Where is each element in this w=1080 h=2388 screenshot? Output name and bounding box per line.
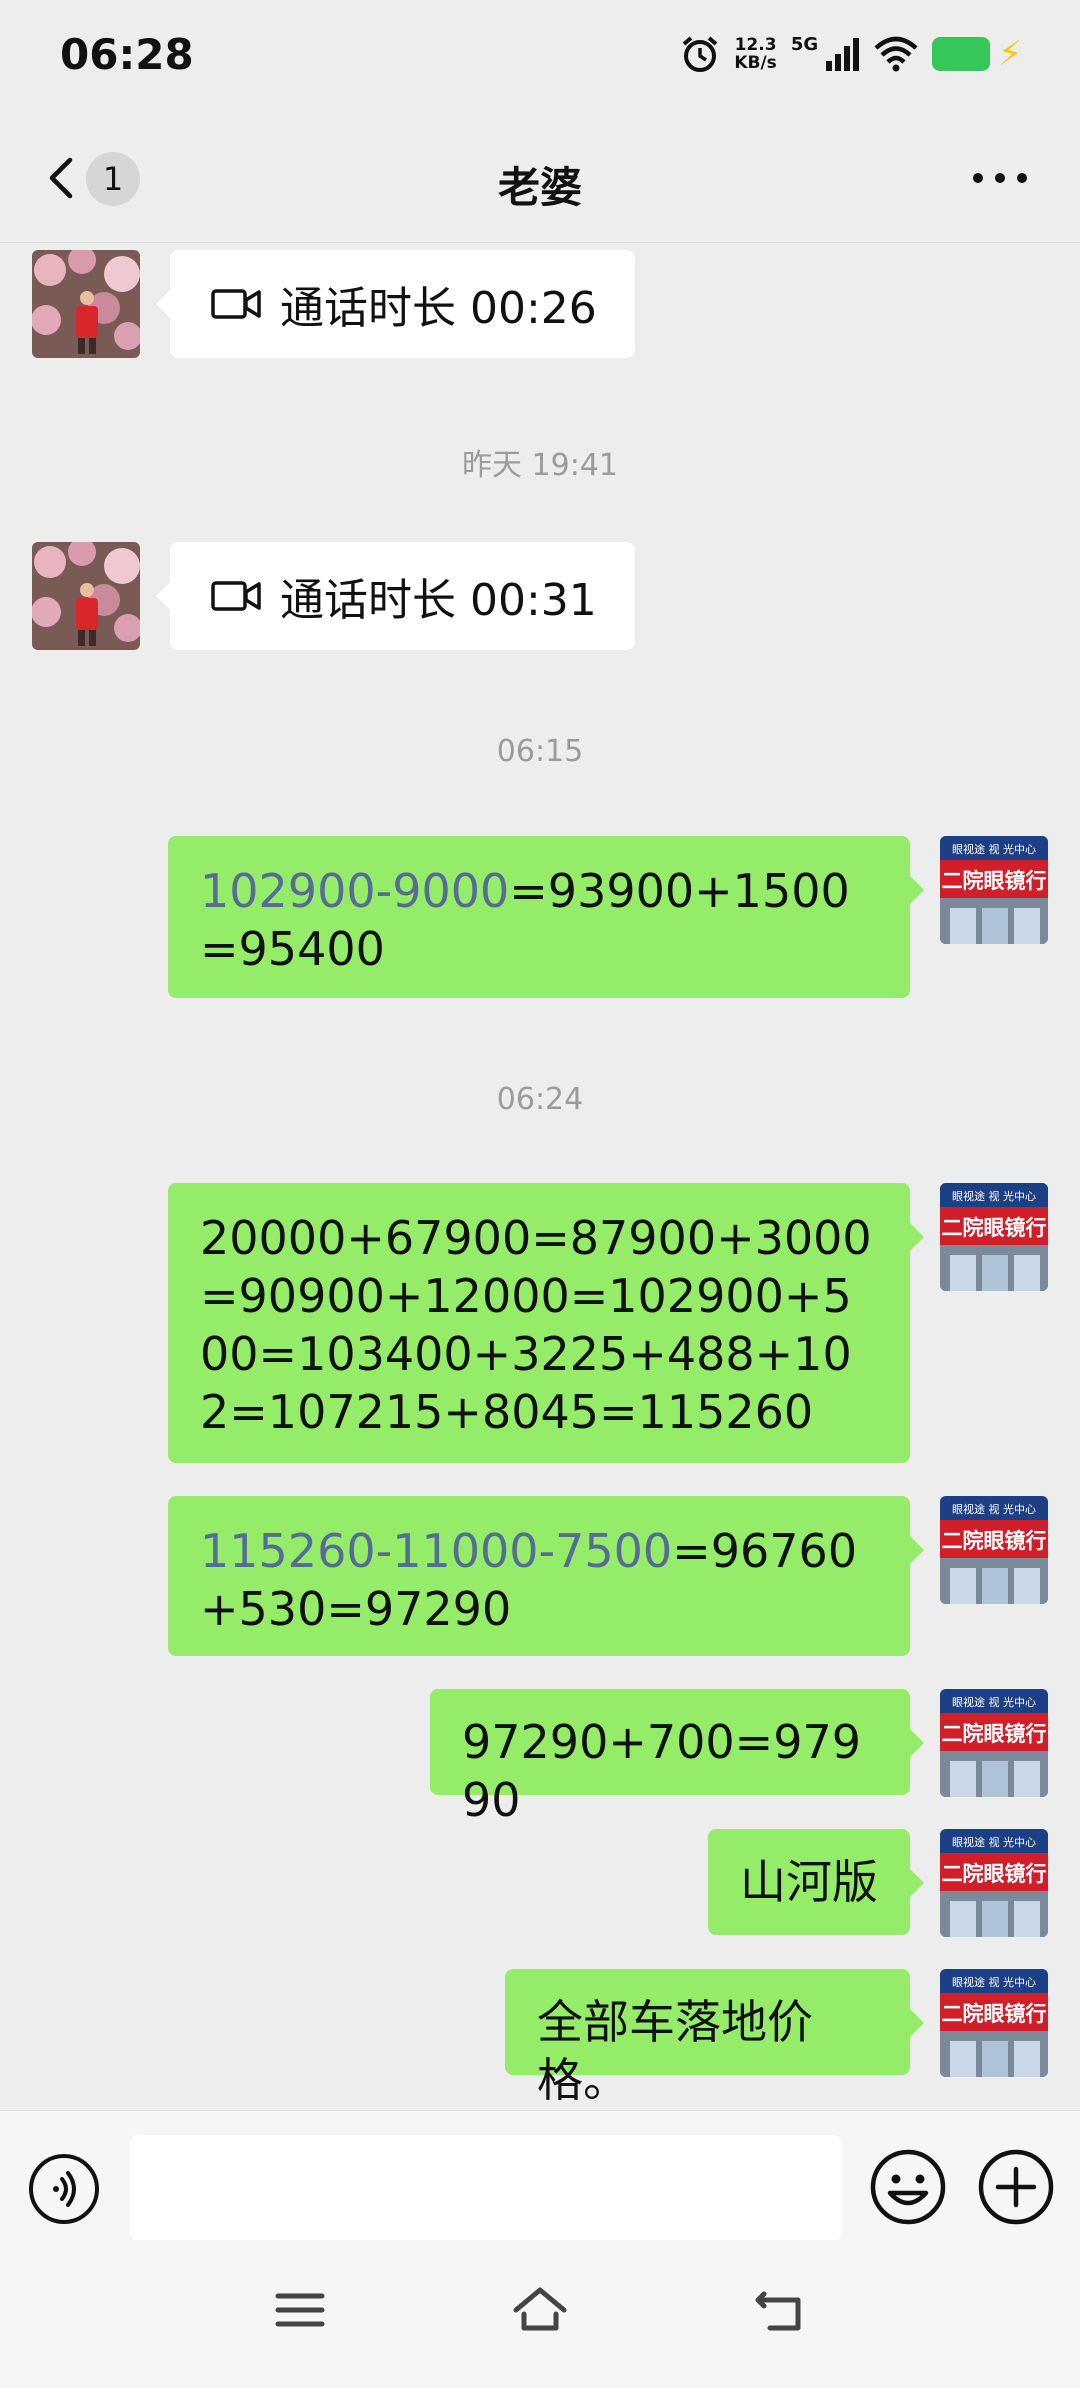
svg-text:眼视途 视 光中心: 眼视途 视 光中心 <box>952 842 1036 856</box>
svg-text:二院眼镜行: 二院眼镜行 <box>942 2002 1047 2026</box>
alarm-icon <box>683 36 718 72</box>
network-speed-unit: KB/s <box>734 53 777 73</box>
voice-input-icon[interactable] <box>28 2153 100 2225</box>
video-camera-icon <box>211 289 261 319</box>
back-nav-icon[interactable] <box>750 2280 810 2340</box>
call-record-bubble[interactable]: 通话时长 00:31 <box>156 542 635 650</box>
svg-text:二院眼镜行: 二院眼镜行 <box>942 1722 1047 1746</box>
my-avatar[interactable]: 眼视途 视 光中心 二院眼镜行 <box>940 1969 1048 2077</box>
chat-header: 1 老婆 <box>0 118 1080 243</box>
svg-text:二院眼镜行: 二院眼镜行 <box>942 1216 1047 1240</box>
svg-text:二院眼镜行: 二院眼镜行 <box>942 869 1047 893</box>
message-input-bar <box>0 2110 1080 2241</box>
my-avatar[interactable]: 眼视途 视 光中心 二院眼镜行 <box>940 1183 1048 1291</box>
status-time: 06:28 <box>60 30 194 79</box>
message-number-link[interactable]: 115260-11000-7500 <box>200 1524 672 1578</box>
chat-title: 老婆 <box>497 163 582 212</box>
outgoing-message-bubble[interactable]: 102900-9000=93900+1500=95400 <box>168 836 924 998</box>
svg-text:二院眼镜行: 二院眼镜行 <box>942 1529 1047 1553</box>
menu-nav-icon[interactable] <box>270 2280 330 2340</box>
svg-text:眼视途 视 光中心: 眼视途 视 光中心 <box>952 1975 1036 1989</box>
svg-text:眼视途 视 光中心: 眼视途 视 光中心 <box>952 1502 1036 1516</box>
message-text: 97290+700=97990 <box>462 1715 862 1827</box>
outgoing-message-bubble[interactable]: 20000+67900=87900+3000=90900+12000=10290… <box>168 1183 924 1463</box>
my-avatar[interactable]: 眼视途 视 光中心 二院眼镜行 <box>940 1689 1048 1797</box>
my-avatar[interactable]: 眼视途 视 光中心 二院眼镜行 <box>940 836 1048 944</box>
home-nav-icon[interactable] <box>510 2280 570 2340</box>
message-timestamp: 06:15 <box>496 734 584 769</box>
outgoing-message-bubble[interactable]: 115260-11000-7500=96760+530=97290 <box>168 1496 924 1656</box>
message-text: 20000+67900=87900+3000=90900+12000=10290… <box>200 1211 872 1439</box>
message-text-input[interactable] <box>130 2135 842 2241</box>
network-speed: 12.3 KB/s <box>734 36 776 72</box>
outgoing-message-bubble[interactable]: 97290+700=97990 <box>430 1689 924 1827</box>
video-camera-icon <box>211 581 261 611</box>
svg-text:眼视途 视 光中心: 眼视途 视 光中心 <box>952 1189 1036 1203</box>
network-speed-value: 12.3 <box>734 35 777 55</box>
outgoing-message-bubble[interactable]: 山河版 <box>708 1829 924 1935</box>
status-icons: 12.3 KB/s 5G ⚡ <box>680 34 1022 74</box>
status-bar: 06:28 12.3 KB/s 5G ⚡ <box>0 0 1080 118</box>
battery-icon <box>932 37 991 71</box>
network-type: 5G <box>790 33 819 55</box>
call-duration-text: 通话时长 00:31 <box>280 575 597 626</box>
contact-avatar[interactable] <box>32 542 140 650</box>
my-avatar[interactable]: 眼视途 视 光中心 二院眼镜行 <box>940 1829 1048 1937</box>
svg-text:眼视途 视 光中心: 眼视途 视 光中心 <box>952 1695 1036 1709</box>
system-navigation-bar <box>0 2240 1080 2388</box>
plus-circle-icon[interactable] <box>976 2147 1056 2227</box>
signal-icon <box>826 38 860 71</box>
wifi-icon <box>874 36 918 72</box>
charging-icon: ⚡ <box>998 34 1022 74</box>
my-avatar[interactable]: 眼视途 视 光中心 二院眼镜行 <box>940 1496 1048 1604</box>
outgoing-message-bubble[interactable]: 全部车落地价格。 <box>505 1969 924 2107</box>
emoji-icon[interactable] <box>868 2147 948 2227</box>
message-text: 山河版 <box>740 1855 878 1909</box>
message-timestamp: 昨天 19:41 <box>462 448 618 483</box>
svg-text:二院眼镜行: 二院眼镜行 <box>942 1862 1047 1886</box>
svg-text:眼视途 视 光中心: 眼视途 视 光中心 <box>952 1835 1036 1849</box>
call-record-bubble[interactable]: 通话时长 00:26 <box>156 250 635 358</box>
message-text: 全部车落地价格。 <box>537 1995 813 2107</box>
more-dots-icon[interactable] <box>970 158 1030 198</box>
message-timestamp: 06:24 <box>496 1082 584 1117</box>
call-duration-text: 通话时长 00:26 <box>280 283 597 334</box>
contact-avatar[interactable] <box>32 250 140 358</box>
message-number-link[interactable]: 102900-9000 <box>200 864 509 918</box>
